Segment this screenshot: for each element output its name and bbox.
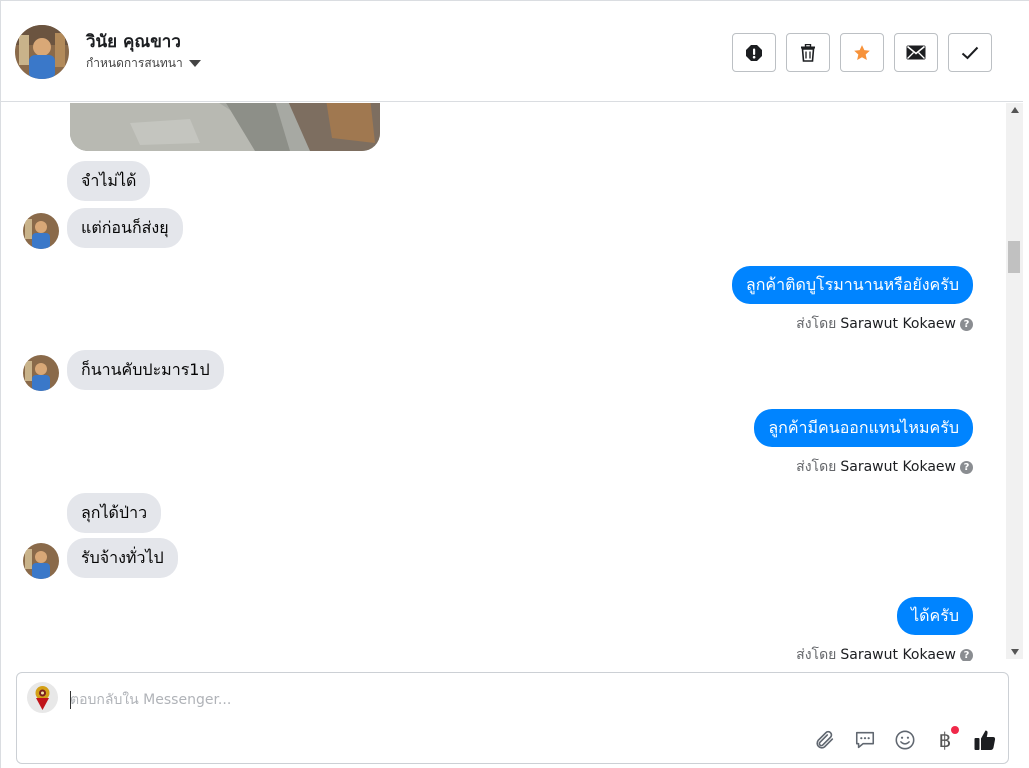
conversation-settings-label: กำหนดการสนทนา	[86, 56, 183, 70]
trash-icon	[801, 43, 815, 62]
reply-composer: ฿	[16, 672, 1009, 764]
message-bubble-outgoing[interactable]: ได้ครับ	[897, 597, 973, 635]
sent-by-label: ส่งโดย Sarawut Kokaew ?	[796, 644, 973, 661]
message-bubble-incoming[interactable]: รับจ้างทั่วไป	[67, 538, 178, 578]
sent-by-prefix: ส่งโดย	[796, 459, 837, 475]
message-bubble-incoming[interactable]: ลุกได้ป่าว	[67, 493, 162, 533]
mark-spam-button[interactable]	[732, 33, 776, 72]
help-icon[interactable]: ?	[960, 317, 973, 331]
thumbs-up-icon	[974, 730, 996, 750]
saved-reply-icon	[855, 731, 875, 749]
chevron-down-icon	[188, 60, 201, 67]
sent-by-prefix: ส่งโดย	[796, 316, 837, 332]
like-button[interactable]	[972, 727, 998, 753]
contact-avatar-small	[23, 213, 59, 249]
mark-unread-button[interactable]	[894, 33, 938, 72]
scroll-down-arrow-icon[interactable]	[1011, 649, 1019, 655]
help-icon[interactable]: ?	[960, 648, 973, 661]
sent-by-label: ส่งโดย Sarawut Kokaew ?	[796, 313, 973, 335]
mark-done-button[interactable]	[948, 33, 992, 72]
message-list: จำไม่ได้ แต่ก่อนก็ส่งยุ ลูกค้าติดบูโรมาน…	[1, 103, 1005, 661]
sent-by-name: Sarawut Kokaew	[840, 647, 956, 661]
star-button[interactable]	[840, 33, 884, 72]
paperclip-icon	[816, 730, 834, 749]
conversation-settings-dropdown[interactable]: กำหนดการสนทนา	[86, 54, 201, 73]
sent-by-name: Sarawut Kokaew	[840, 316, 956, 332]
message-bubble-incoming[interactable]: แต่ก่อนก็ส่งยุ	[67, 208, 183, 248]
reply-input[interactable]	[70, 689, 970, 711]
scroll-up-arrow-icon[interactable]	[1011, 107, 1019, 113]
conversation-header: วินัย คุณขาว กำหนดการสนทนา	[1, 1, 1023, 102]
payment-button[interactable]: ฿	[932, 726, 959, 753]
delete-button[interactable]	[786, 33, 830, 72]
saved-replies-button[interactable]	[852, 727, 878, 753]
image-attachment[interactable]	[70, 103, 380, 151]
emoji-icon	[895, 730, 915, 750]
sent-by-prefix: ส่งโดย	[796, 647, 837, 661]
composer-tools: ฿	[812, 726, 998, 753]
baht-icon: ฿	[938, 728, 952, 752]
help-icon[interactable]: ?	[960, 460, 973, 474]
contact-avatar-small	[23, 543, 59, 579]
message-bubble-incoming[interactable]: จำไม่ได้	[67, 161, 151, 201]
notification-dot	[951, 726, 959, 734]
page-avatar	[27, 682, 58, 713]
alert-icon	[746, 44, 762, 61]
sent-by-label: ส่งโดย Sarawut Kokaew ?	[796, 456, 973, 478]
check-icon	[961, 46, 979, 59]
sent-by-name: Sarawut Kokaew	[840, 459, 956, 475]
message-list-scrollbar[interactable]	[1006, 103, 1023, 659]
header-actions	[732, 33, 992, 72]
envelope-icon	[906, 45, 926, 60]
message-bubble-incoming[interactable]: ก็นานคับปะมาร1ป	[67, 350, 224, 390]
attach-button[interactable]	[812, 727, 838, 753]
contact-name[interactable]: วินัย คุณขาว	[86, 28, 181, 55]
emoji-button[interactable]	[892, 727, 918, 753]
message-bubble-outgoing[interactable]: ลูกค้าติดบูโรมานานหรือยังครับ	[731, 266, 973, 304]
contact-avatar[interactable]	[15, 25, 69, 79]
messenger-conversation: วินัย คุณขาว กำหนดการสนทนา จำไม่ได้ แต่ก…	[0, 0, 1029, 768]
contact-avatar-small	[23, 355, 59, 391]
scrollbar-thumb[interactable]	[1008, 241, 1020, 273]
message-bubble-outgoing[interactable]: ลูกค้ามีคนออกแทนไหมครับ	[754, 409, 973, 447]
star-icon	[854, 44, 870, 60]
